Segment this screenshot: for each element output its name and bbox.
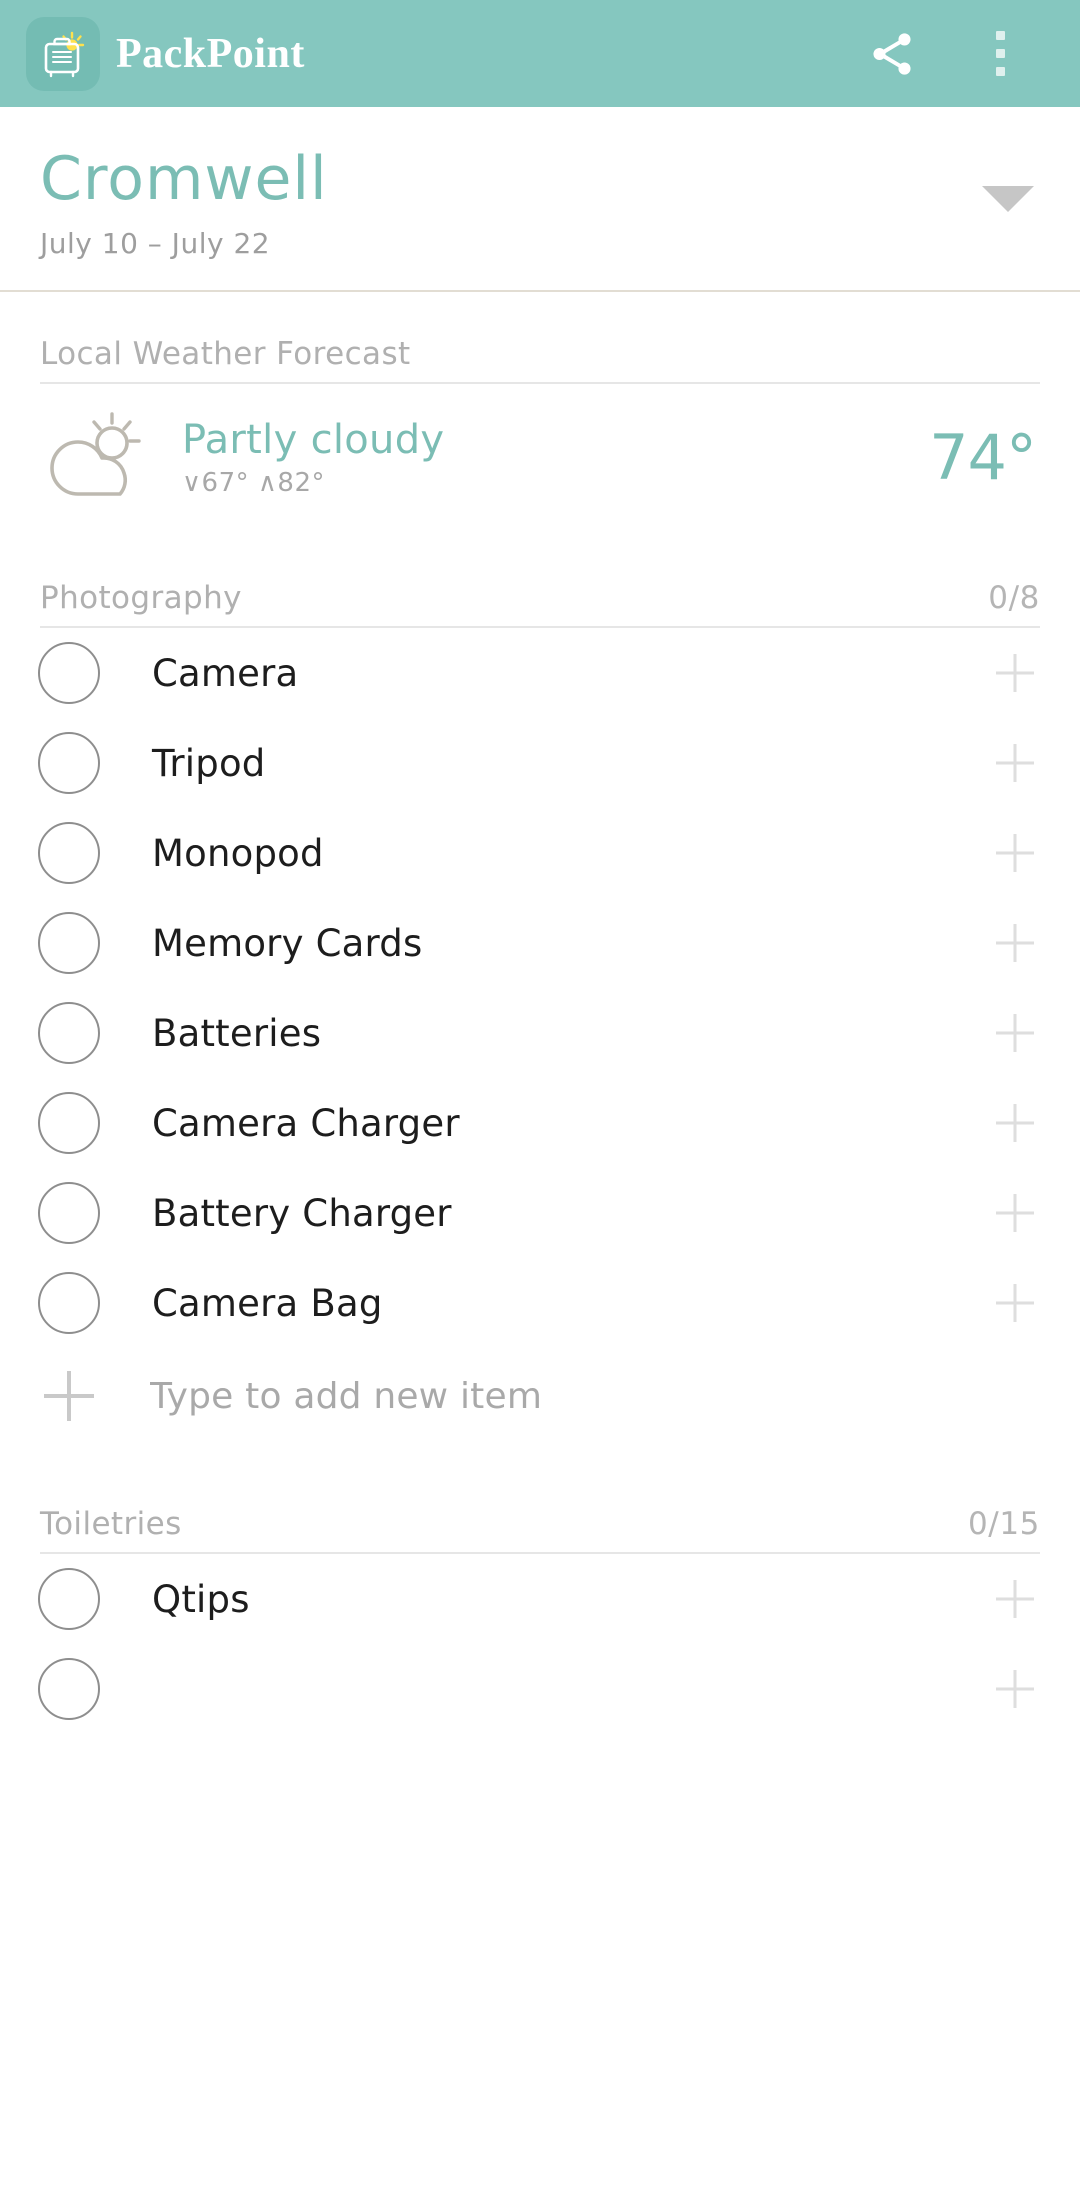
weather-temperature: 74°	[929, 421, 1037, 494]
list-item[interactable]: Batteries	[0, 988, 1080, 1078]
item-label: Tripod	[152, 741, 266, 785]
item-checkbox[interactable]	[38, 1658, 100, 1720]
weather-section-title: Local Weather Forecast	[40, 336, 411, 372]
weather-text: Partly cloudy ∨67° ∧82°	[160, 418, 929, 498]
list-item[interactable]: Camera Bag	[0, 1258, 1080, 1348]
partly-cloudy-icon	[50, 412, 141, 496]
list-item[interactable]: Tripod	[0, 718, 1080, 808]
item-checkbox[interactable]	[38, 822, 100, 884]
weather-row: Partly cloudy ∨67° ∧82° 74°	[40, 384, 1040, 536]
chevron-down-icon[interactable]	[982, 185, 1034, 212]
plus-icon[interactable]	[980, 998, 1050, 1068]
list-item[interactable]: Camera	[0, 628, 1080, 718]
category-count: 0/8	[988, 580, 1040, 616]
trip-header[interactable]: Cromwell July 10 – July 22	[0, 107, 1080, 292]
weather-condition: Partly cloudy	[182, 417, 445, 463]
category-photography: Photography 0/8	[0, 536, 1080, 628]
plus-icon[interactable]	[980, 1178, 1050, 1248]
share-icon	[873, 32, 911, 75]
category-header[interactable]: Photography 0/8	[40, 536, 1040, 628]
list-item[interactable]: Memory Cards	[0, 898, 1080, 988]
item-checkbox[interactable]	[38, 642, 100, 704]
item-checkbox[interactable]	[38, 1002, 100, 1064]
app-bar-actions	[862, 24, 1054, 84]
suitcase-sun-logo-icon	[44, 31, 85, 77]
item-checkbox[interactable]	[38, 732, 100, 794]
item-checkbox[interactable]	[38, 912, 100, 974]
plus-icon[interactable]	[980, 1088, 1050, 1158]
app-logo	[26, 16, 100, 91]
plus-icon[interactable]	[980, 1654, 1050, 1724]
plus-icon[interactable]	[980, 1268, 1050, 1338]
item-label: Camera Charger	[152, 1101, 460, 1145]
trip-name: Cromwell	[40, 144, 328, 214]
item-label: Battery Charger	[152, 1191, 452, 1235]
category-title: Toiletries	[40, 1506, 182, 1542]
item-label: Qtips	[152, 1577, 250, 1621]
item-checkbox[interactable]	[38, 1568, 100, 1630]
category-title: Photography	[40, 580, 242, 616]
category-header[interactable]: Toiletries 0/15	[40, 1462, 1040, 1554]
more-vertical-icon	[995, 31, 1005, 76]
trip-dates: July 10 – July 22	[40, 227, 271, 260]
list-item-partial[interactable]	[0, 1644, 1080, 1734]
item-checkbox[interactable]	[38, 1092, 100, 1154]
overflow-menu-button[interactable]	[970, 24, 1030, 84]
list-item[interactable]: Camera Charger	[0, 1078, 1080, 1168]
weather-section-header: Local Weather Forecast	[40, 292, 1040, 384]
app-title: PackPoint	[116, 30, 305, 77]
category-count: 0/15	[967, 1506, 1040, 1542]
item-checkbox[interactable]	[38, 1182, 100, 1244]
plus-icon[interactable]	[980, 728, 1050, 798]
item-label: Camera	[152, 651, 299, 695]
share-button[interactable]	[862, 24, 922, 84]
plus-icon[interactable]	[980, 908, 1050, 978]
item-label: Batteries	[152, 1011, 322, 1055]
item-label: Camera Bag	[152, 1281, 383, 1325]
item-label: Monopod	[152, 831, 324, 875]
item-label: Memory Cards	[152, 921, 423, 965]
weather-section: Local Weather Forecast Partly cloudy ∨67…	[0, 292, 1080, 536]
plus-icon[interactable]	[36, 1363, 102, 1429]
item-checkbox[interactable]	[38, 1272, 100, 1334]
plus-icon[interactable]	[980, 1564, 1050, 1634]
list-item[interactable]: Qtips	[0, 1554, 1080, 1644]
add-new-item-row[interactable]	[0, 1348, 1080, 1444]
category-toiletries: Toiletries 0/15	[0, 1462, 1080, 1554]
weather-range: ∨67° ∧82°	[182, 468, 325, 498]
add-item-input[interactable]	[150, 1375, 1080, 1417]
list-item[interactable]: Battery Charger	[0, 1168, 1080, 1258]
app-bar: PackPoint	[0, 0, 1080, 107]
plus-icon[interactable]	[980, 818, 1050, 888]
list-item[interactable]: Monopod	[0, 808, 1080, 898]
plus-icon[interactable]	[980, 638, 1050, 708]
weather-icon-wrap	[40, 410, 160, 506]
